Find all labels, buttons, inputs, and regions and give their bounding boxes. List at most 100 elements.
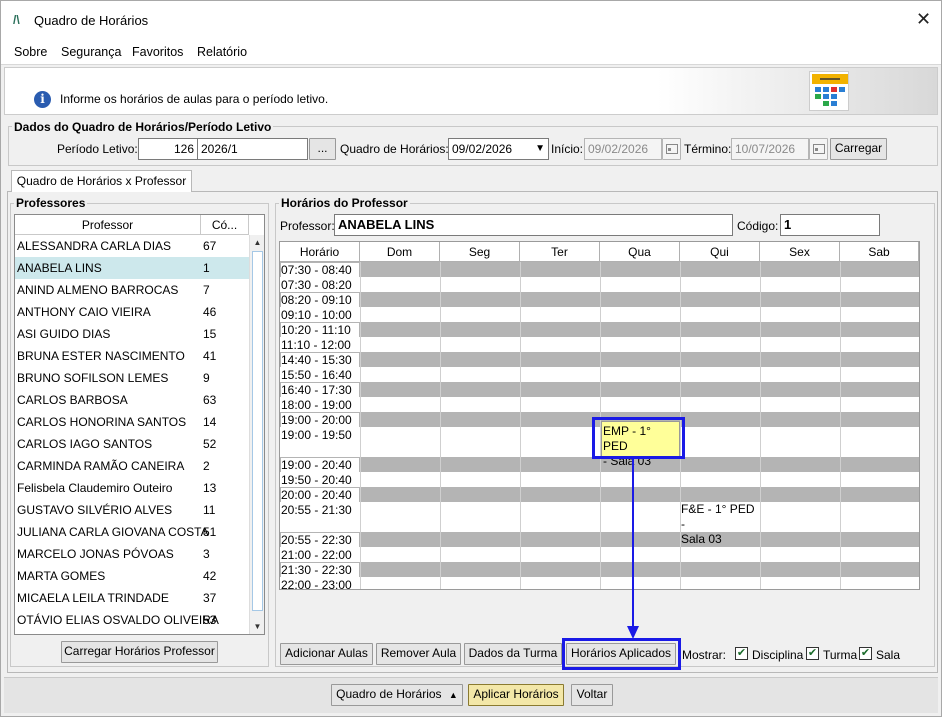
professor-row[interactable]: ALESSANDRA CARLA DIAS 67 — [15, 235, 249, 257]
schedule-time: 15:50 - 16:40 — [281, 368, 352, 382]
professor-name: ANTHONY CAIO VIEIRA — [17, 305, 151, 319]
col-ter[interactable]: Ter — [520, 242, 600, 262]
header-band — [4, 67, 938, 115]
remover-aula-button[interactable]: Remover Aula — [376, 643, 461, 665]
col-seg[interactable]: Seg — [440, 242, 520, 262]
voltar-button[interactable]: Voltar — [571, 684, 613, 706]
quadro-horarios-menu-button[interactable]: Quadro de Horários ▲ — [331, 684, 463, 706]
professor-code: 2 — [203, 459, 210, 473]
schedule-time: 07:30 - 08:40 — [281, 263, 359, 277]
professores-group-label: Professores — [14, 196, 88, 210]
schedule-time: 19:00 - 19:50 — [281, 428, 352, 442]
adicionar-aulas-button[interactable]: Adicionar Aulas — [280, 643, 373, 665]
menu-sobre[interactable]: Sobre — [14, 45, 47, 59]
col-dom[interactable]: Dom — [360, 242, 440, 262]
periodo-label: Período Letivo: — [57, 142, 138, 156]
carregar-button[interactable]: Carregar — [830, 138, 887, 160]
entry-line-1: F&E - 1° PED - — [681, 502, 755, 531]
professor-name: ANIND ALMENO BARROCAS — [17, 283, 179, 297]
col-horrio[interactable]: Horário — [280, 242, 360, 262]
termino-input[interactable]: 10/07/2026 — [731, 138, 809, 160]
menu-favoritos[interactable]: Favoritos — [132, 45, 183, 59]
grid-line — [360, 262, 361, 589]
professor-row[interactable]: BRUNA ESTER NASCIMENTO 41 — [15, 345, 249, 367]
schedule-time: 21:30 - 22:30 — [281, 563, 359, 577]
quadro-select[interactable]: 09/02/2026 ▼ — [448, 138, 549, 160]
professor-row[interactable]: MARCELO JONAS PÓVOAS 3 — [15, 543, 249, 565]
col-sab[interactable]: Sab — [840, 242, 919, 262]
schedule-time: 09:10 - 10:00 — [281, 308, 352, 322]
schedule-entry-qui[interactable]: F&E - 1° PED - Sala 03 — [681, 502, 760, 547]
close-icon[interactable]: ✕ — [916, 9, 931, 29]
dados-turma-button[interactable]: Dados da Turma — [464, 643, 562, 665]
scroll-up-icon[interactable]: ▲ — [250, 235, 264, 250]
scroll-thumb[interactable] — [252, 251, 263, 611]
inicio-label: Início: — [551, 142, 584, 156]
professor-row[interactable]: CARLOS IAGO SANTOS 52 — [15, 433, 249, 455]
menu-relatorio[interactable]: Relatório — [197, 45, 247, 59]
professor-name: OTÁVIO ELIAS OSVALDO OLIVEIRA — [17, 613, 219, 627]
schedule-time: 19:00 - 20:40 — [281, 458, 359, 472]
professor-code: 51 — [203, 525, 217, 539]
col-qui[interactable]: Qui — [680, 242, 760, 262]
professores-list[interactable]: Professor Có... ALESSANDRA CARLA DIAS 67 A… — [14, 214, 265, 635]
professor-row[interactable]: ANIND ALMENO BARROCAS 7 — [15, 279, 249, 301]
professor-row[interactable]: BRUNO SOFILSON LEMES 9 — [15, 367, 249, 389]
professor-row[interactable]: MARTA GOMES 42 — [15, 565, 249, 587]
professor-row[interactable]: CARLOS HONORINA SANTOS 14 — [15, 411, 249, 433]
professor-row[interactable]: Felisbela Claudemiro Outeiro 13 — [15, 477, 249, 499]
periodo-search-button[interactable]: ... — [309, 138, 336, 160]
grid-line — [520, 262, 521, 589]
scroll-down-icon[interactable]: ▼ — [250, 619, 264, 634]
professor-row[interactable]: OTÁVIO ELIAS OSVALDO OLIVEIRA 53 — [15, 609, 249, 631]
professor-row[interactable]: ASI GUIDO DIAS 15 — [15, 323, 249, 345]
quadro-select-value: 09/02/2026 — [452, 142, 513, 156]
professores-scrollbar[interactable]: ▲ ▼ — [249, 235, 264, 634]
col-sex[interactable]: Sex — [760, 242, 840, 262]
professor-code: 52 — [203, 437, 217, 451]
carregar-horarios-professor-button[interactable]: Carregar Horários Professor — [61, 641, 218, 663]
professor-row[interactable]: JULIANA CARLA GIOVANA COSTA 51 — [15, 521, 249, 543]
professor-row[interactable]: ANABELA LINS 1 — [15, 257, 249, 279]
quadro-horarios-menu-label: Quadro de Horários — [336, 687, 442, 701]
app-logo-icon: /\ — [13, 13, 20, 27]
schedule-time: 07:30 - 08:20 — [281, 278, 352, 292]
sala-checkbox[interactable]: ✔ — [859, 647, 872, 660]
professor-name: MARTA GOMES — [17, 569, 106, 583]
professor-row[interactable]: GUSTAVO SILVÉRIO ALVES 11 — [15, 499, 249, 521]
schedule-time: 14:40 - 15:30 — [281, 353, 359, 367]
turma-checkbox[interactable]: ✔ — [806, 647, 819, 660]
professores-list-header: Professor Có... — [15, 215, 249, 235]
professor-row[interactable]: CARMINDA RAMÃO CANEIRA 2 — [15, 455, 249, 477]
inicio-calendar-button[interactable] — [662, 138, 681, 160]
menu-seguranca[interactable]: Segurança — [61, 45, 121, 59]
aplicar-horarios-button[interactable]: Aplicar Horários — [468, 684, 564, 706]
professor-code: 1 — [203, 261, 210, 275]
menu-bar: Sobre Segurança Favoritos Relatório — [1, 39, 941, 65]
inicio-input[interactable]: 09/02/2026 — [584, 138, 662, 160]
professor-row[interactable]: ANTHONY CAIO VIEIRA 46 — [15, 301, 249, 323]
periodo-name-input[interactable]: 2026/1 — [197, 138, 308, 160]
professor-row[interactable]: MICAELA LEILA TRINDADE 37 — [15, 587, 249, 609]
professor-name: CARLOS IAGO SANTOS — [17, 437, 153, 451]
col-professor[interactable]: Professor — [15, 215, 201, 235]
tab-quadro-professor[interactable]: Quadro de Horários x Professor — [11, 170, 192, 192]
schedule-time: 10:20 - 11:10 — [281, 323, 359, 337]
professor-name: MICAELA LEILA TRINDADE — [17, 591, 169, 605]
codigo-field[interactable]: 1 — [780, 214, 880, 236]
schedule-grid[interactable]: Horário Dom Seg Ter Qua Qui Sex Sab 07:30 - 08:… — [279, 241, 920, 590]
periodo-code-input[interactable]: 126 — [138, 138, 198, 160]
professor-name: ALESSANDRA CARLA DIAS — [17, 239, 172, 253]
professor-label: Professor: — [280, 219, 335, 233]
professor-name-field[interactable]: ANABELA LINS — [334, 214, 733, 236]
col-qua[interactable]: Qua — [600, 242, 680, 262]
professor-row[interactable]: CARLOS BARBOSA 63 — [15, 389, 249, 411]
title-bar: /\ Quadro de Horários ✕ — [1, 1, 941, 39]
disciplina-checkbox[interactable]: ✔ — [735, 647, 748, 660]
professor-code: 67 — [203, 239, 217, 253]
termino-calendar-button[interactable] — [809, 138, 828, 160]
horarios-group-label: Horários do Professor — [279, 196, 410, 210]
main-window: /\ Quadro de Horários ✕ Sobre Segurança … — [0, 0, 942, 717]
turma-label: Turma — [823, 648, 858, 662]
col-codigo[interactable]: Có... — [201, 215, 249, 235]
